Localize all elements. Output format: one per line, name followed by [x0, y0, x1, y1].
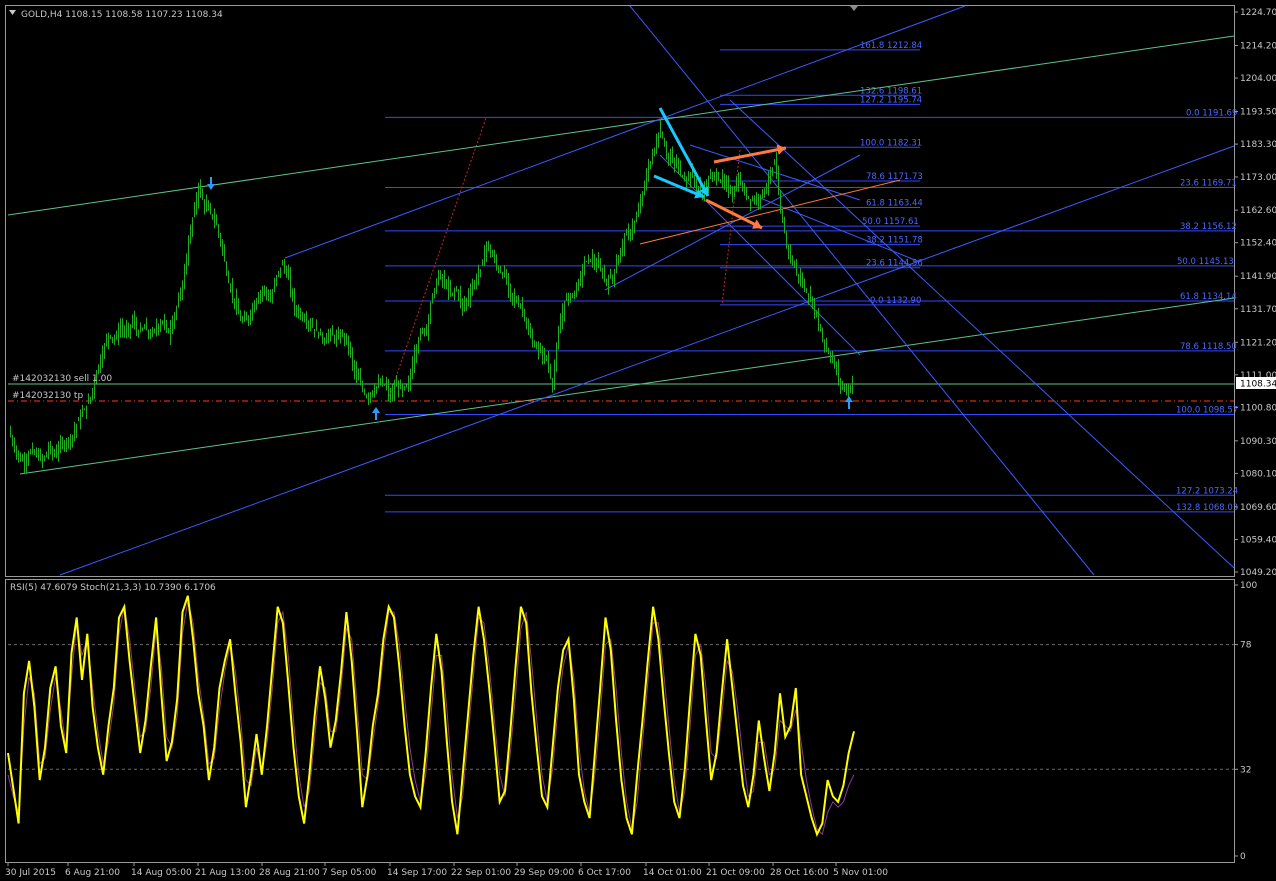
time-tick-label: 30 Jul 2015 [5, 868, 56, 878]
fib-level-label: 0.0 1191.69 [1186, 108, 1237, 118]
time-tick-label: 5 Nov 01:00 [833, 868, 888, 878]
time-tick-label: 14 Oct 01:00 [643, 868, 702, 878]
order-tp-label: #142032130 tp [12, 391, 83, 401]
price-tick-label: 1173.00 [1240, 173, 1276, 183]
price-tick-label: 1069.60 [1240, 503, 1276, 513]
indicator-tick-label: 0 [1240, 852, 1246, 862]
price-tick-label: 1152.40 [1240, 239, 1276, 249]
chart-canvas: 161.8 1212.84132.6 1198.61127.2 1195.740… [0, 0, 1276, 881]
price-tick-label: 1162.60 [1240, 206, 1276, 216]
time-tick-label: 6 Aug 21:00 [65, 868, 120, 878]
time-tick-label: 7 Sep 05:00 [322, 868, 377, 878]
fib-level-label: 23.6 1169.71 [1180, 178, 1237, 188]
price-tick-label: 1214.20 [1240, 42, 1276, 52]
price-tick-label: 1204.00 [1240, 74, 1276, 84]
fib-level-label: 78.6 1171.73 [866, 172, 923, 182]
price-tick-label: 1049.20 [1240, 568, 1276, 578]
price-tick-label: 1131.70 [1240, 305, 1276, 315]
fib-level-label: 100.0 1098.57 [1176, 405, 1238, 415]
price-tick-label: 1183.30 [1240, 140, 1276, 150]
fib-level-label: 132.8 1068.03 [1176, 503, 1238, 513]
price-tick-label: 1193.50 [1240, 108, 1276, 118]
fib-level-label: 50.0 1157.61 [862, 217, 919, 227]
fib-level-label: 78.6 1118.50 [1180, 342, 1237, 352]
time-tick-label: 29 Sep 09:00 [514, 868, 574, 878]
fib-level-label: 161.8 1212.84 [860, 41, 922, 51]
time-tick-label: 22 Sep 01:00 [451, 868, 511, 878]
current-price-label: 1108.34 [1240, 380, 1276, 390]
price-tick-label: 1224.70 [1240, 8, 1276, 18]
background [0, 0, 1276, 881]
price-tick-label: 1059.40 [1240, 535, 1276, 545]
price-tick-label: 1090.30 [1240, 437, 1276, 447]
time-tick-label: 28 Oct 16:00 [770, 868, 829, 878]
fib-level-label: 127.2 1073.24 [1176, 486, 1238, 496]
order-sell-label: #142032130 sell 1.00 [12, 374, 112, 384]
indicator-tick-label: 32 [1240, 765, 1251, 775]
fib-level-label: 50.0 1145.13 [1177, 257, 1234, 267]
fib-level-label: 61.8 1134.14 [1180, 292, 1237, 302]
time-tick-label: 28 Aug 21:00 [259, 868, 320, 878]
time-tick-label: 14 Aug 05:00 [131, 868, 192, 878]
time-tick-label: 6 Oct 17:00 [578, 868, 631, 878]
price-tick-label: 1141.90 [1240, 272, 1276, 282]
fib-level-label: 38.2 1156.12 [1180, 222, 1237, 232]
time-tick-label: 21 Oct 09:00 [706, 868, 765, 878]
fib-level-label: 127.2 1195.74 [860, 95, 922, 105]
indicator-tick-label: 100 [1240, 581, 1257, 591]
symbol-title: GOLD,H4 1108.15 1108.58 1107.23 1108.34 [21, 10, 223, 20]
price-tick-label: 1080.10 [1240, 469, 1276, 479]
price-tick-label: 1121.20 [1240, 338, 1276, 348]
price-tick-label: 1100.80 [1240, 403, 1276, 413]
indicator-title: RSI(5) 47.6079 Stoch(21,3,3) 10.7390 6.1… [10, 583, 216, 593]
time-tick-label: 21 Aug 13:00 [195, 868, 256, 878]
indicator-tick-label: 78 [1240, 641, 1252, 651]
time-tick-label: 14 Sep 17:00 [387, 868, 447, 878]
fib-level-label: 61.8 1163.44 [866, 198, 923, 208]
fib-level-label: 100.0 1182.31 [860, 138, 922, 148]
